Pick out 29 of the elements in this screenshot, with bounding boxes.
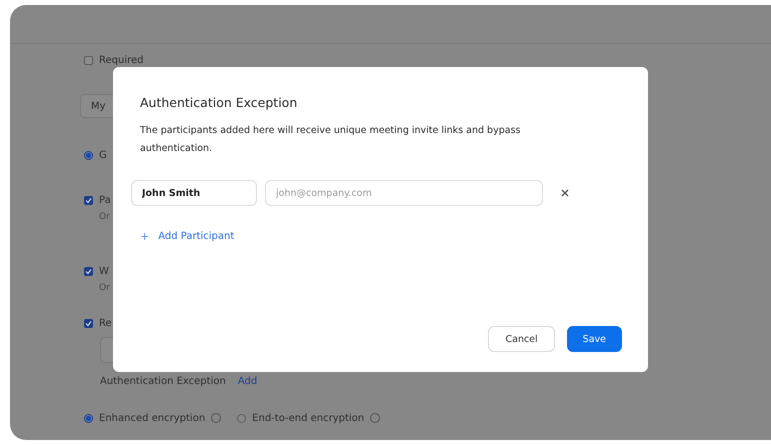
checkbox[interactable]	[84, 266, 93, 276]
close-icon[interactable]	[561, 189, 569, 197]
radio-button[interactable]	[84, 414, 93, 422]
add-participant-link[interactable]: + Add Participant	[140, 230, 234, 243]
option-description: Or	[99, 212, 110, 222]
help-icon[interactable]	[211, 413, 222, 423]
checkbox[interactable]	[84, 56, 93, 64]
link-label: Add Participant	[158, 231, 234, 242]
checkbox[interactable]	[84, 196, 93, 204]
radio-button[interactable]	[84, 150, 93, 160]
radio-button[interactable]	[237, 414, 246, 422]
option-description: Or	[99, 283, 110, 293]
option-label: G	[99, 150, 107, 160]
option-label: W	[99, 266, 109, 276]
save-button[interactable]: Save	[566, 326, 622, 352]
section-label: Authentication Exception	[100, 376, 226, 386]
radio-label: End-to-end encryption	[252, 412, 364, 424]
option-label: Pa	[99, 194, 111, 206]
option-label: Re	[99, 318, 112, 328]
checkbox[interactable]	[84, 318, 93, 328]
add-link[interactable]: Add	[238, 376, 258, 386]
plus-icon: +	[140, 230, 150, 243]
radio-label: Enhanced encryption	[99, 412, 206, 424]
checkbox-label: Required	[99, 54, 144, 66]
dialog-title: Authentication Exception	[140, 95, 298, 110]
help-icon[interactable]	[370, 413, 380, 423]
cancel-button[interactable]: Cancel	[488, 326, 555, 352]
email-field[interactable]: john@company.com	[265, 180, 543, 206]
dialog-description: The participants added here will receive unique meeting invite links and bypass authentication.	[140, 124, 522, 156]
